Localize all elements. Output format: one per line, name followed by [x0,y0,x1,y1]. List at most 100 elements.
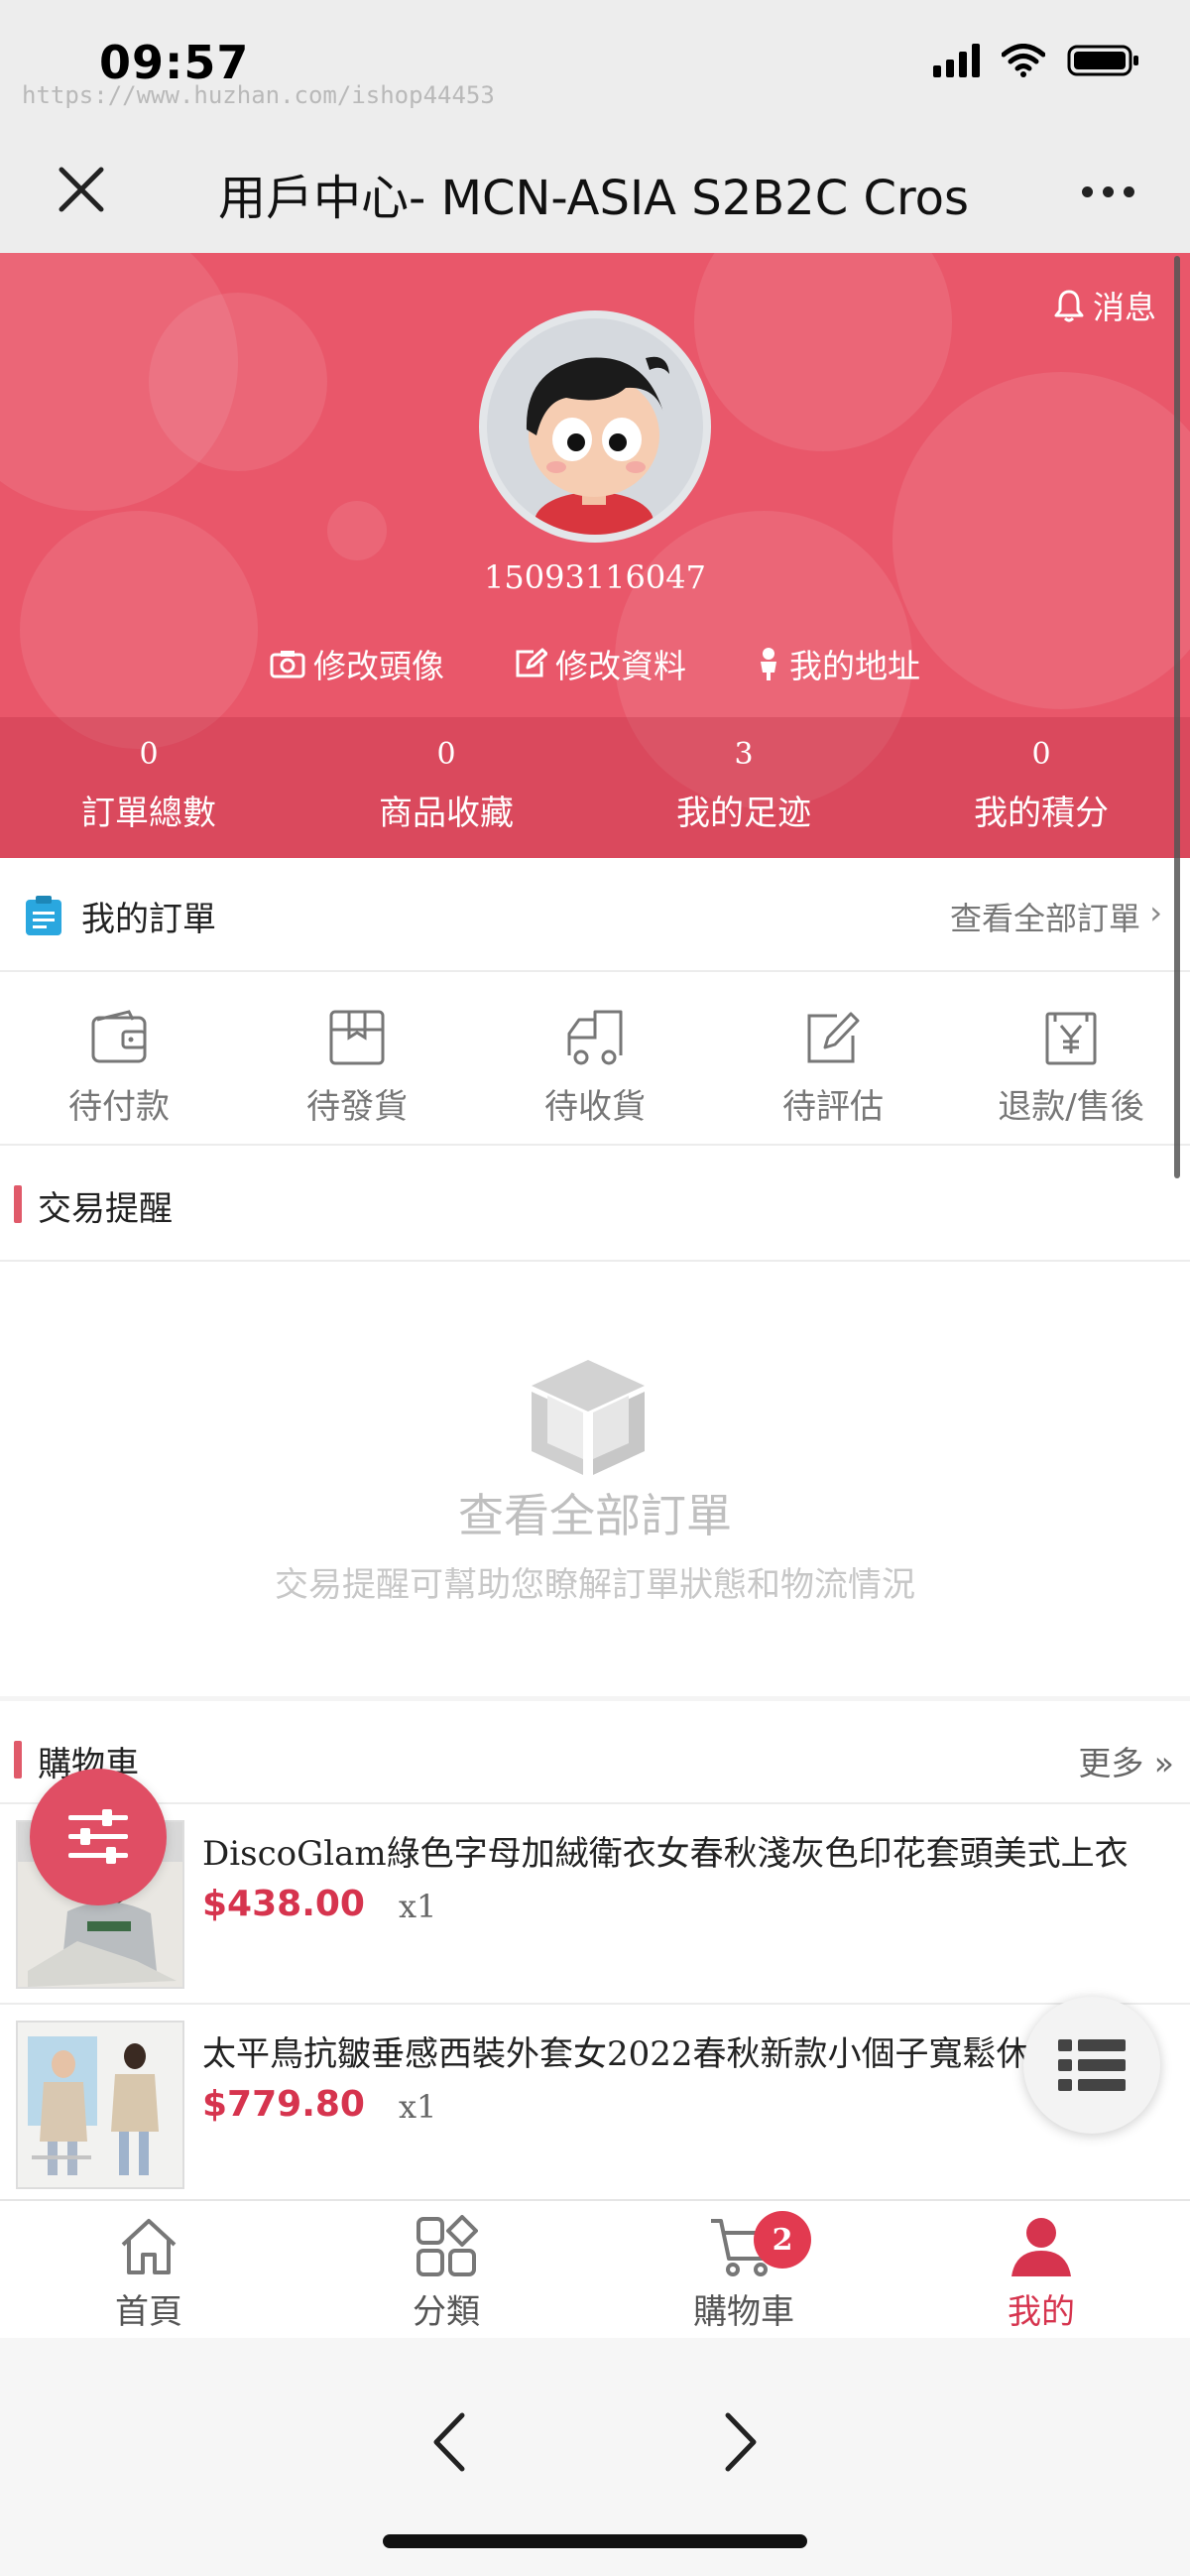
order-status-label: 待發貨 [306,1087,408,1127]
edit-profile-button[interactable]: 修改資料 [514,640,686,687]
stat-points[interactable]: 0 我的積分 [892,717,1190,858]
person-icon [761,648,776,680]
stat-favorites[interactable]: 0 商品收藏 [298,717,595,858]
battery-icon [1067,45,1138,76]
edit-avatar-label: 修改頭像 [313,647,444,685]
sliders-icon [68,1809,128,1864]
scrollbar[interactable] [1174,256,1180,1178]
product-quantity: x1 [399,1888,437,1925]
view-all-orders-link[interactable]: 查看全部訂單 [950,894,1140,939]
tab-home[interactable]: 首頁 [0,2201,298,2338]
tab-label: 分類 [413,2292,480,2332]
stat-label: 我的積分 [974,794,1109,833]
stat-value: 0 [436,737,456,772]
stat-label: 訂單總數 [81,794,216,833]
trade-reminder-title: 交易提醒 [38,1189,173,1229]
cart-count-badge: 2 [754,2211,811,2269]
avatar[interactable] [479,310,711,543]
back-arrow-icon[interactable] [426,2407,470,2477]
order-status-label: 待收貨 [544,1087,646,1127]
edit-profile-label: 修改資料 [555,647,686,685]
order-pending-receipt[interactable]: 待收貨 [476,972,714,1144]
order-status-label: 待付款 [68,1087,170,1127]
list-icon [1058,2039,1126,2091]
tab-mine[interactable]: 我的 [892,2201,1190,2338]
profile-header: 消息 15093116047 修改頭像 修改資料 我的地址 0 訂單總數 0 商… [0,253,1190,858]
cart-item[interactable]: 太平鳥抗皺垂感西裝外套女2022春秋新款小個子寬鬆休閒西... $779.80 … [0,2005,1190,2205]
stat-footprints[interactable]: 3 我的足迹 [595,717,892,858]
bottom-tab-bar: 首頁 分類 2 購物車 我的 [0,2199,1190,2338]
stat-label: 我的足迹 [676,794,811,833]
home-indicator[interactable] [383,2534,807,2548]
review-icon [807,1012,860,1063]
empty-box-icon [532,1360,645,1475]
status-bar: 09:57 https://www.huzhan.com/ishop44453 [0,0,1190,129]
edit-avatar-button[interactable]: 修改頭像 [270,640,444,687]
trade-reminder-header: 交易提醒 [0,1146,1190,1260]
watermark-text: https://www.huzhan.com/ishop44453 [22,81,495,109]
my-orders-header: 我的訂單 查看全部訂單 › [0,858,1190,972]
chevron-right-icon[interactable]: › [1149,894,1162,931]
filter-fab-button[interactable] [30,1769,167,1905]
status-icons [933,44,1140,77]
section-marker [14,1741,22,1779]
wifi-icon [1002,44,1045,77]
cart-header: 購物車 更多 » [0,1701,1190,1802]
refund-icon [1045,1012,1097,1065]
bell-icon [1054,290,1084,322]
camera-icon [270,651,305,678]
stat-value: 0 [1031,737,1051,772]
message-button[interactable]: 消息 [1053,283,1156,328]
order-pending-payment[interactable]: 待付款 [0,972,238,1144]
my-orders-title: 我的訂單 [81,900,216,939]
list-fab-button[interactable] [1023,1997,1160,2134]
empty-state-title[interactable]: 查看全部訂單 [0,1480,1190,1545]
cart-more-link[interactable]: 更多 » [1078,1737,1174,1784]
profile-actions: 修改頭像 修改資料 我的地址 [0,640,1190,687]
tab-cart[interactable]: 2 購物車 [595,2201,892,2338]
stat-label: 商品收藏 [379,794,514,833]
page-title: 用戶中心- MCN-ASIA S2B2C Cros [218,171,970,226]
tab-label: 購物車 [693,2292,794,2332]
user-icon [1012,2218,1071,2276]
title-bar: 用戶中心- MCN-ASIA S2B2C Cros [0,129,1190,253]
clipboard-icon [26,896,61,935]
tab-label: 我的 [1008,2292,1075,2332]
message-label: 消息 [1092,289,1156,326]
stats-bar: 0 訂單總數 0 商品收藏 3 我的足迹 0 我的積分 [0,717,1190,858]
order-status-label: 退款/售後 [998,1087,1144,1127]
box-icon [329,1010,385,1065]
edit-icon [516,648,547,677]
home-icon [121,2219,177,2274]
stat-value: 0 [139,737,159,772]
product-title[interactable]: DiscoGlam綠色字母加絨衛衣女春秋淺灰色印花套頭美式上衣 [202,1826,1154,1875]
tab-label: 首頁 [115,2292,182,2332]
more-icon[interactable] [1082,186,1134,197]
wallet-icon [91,1010,147,1063]
tab-category[interactable]: 分類 [298,2201,595,2338]
cart-item[interactable]: DiscoGlam綠色字母加絨衛衣女春秋淺灰色印花套頭美式上衣 $438.00 … [0,1804,1190,2005]
order-status-label: 待評估 [782,1087,884,1127]
stat-value: 3 [734,737,754,772]
order-refund-aftersales[interactable]: 退款/售後 [952,972,1190,1144]
cart-list: DiscoGlam綠色字母加絨衛衣女春秋淺灰色印花套頭美式上衣 $438.00 … [0,1802,1190,2205]
forward-arrow-icon[interactable] [720,2407,764,2477]
close-icon[interactable] [56,164,107,215]
product-image[interactable] [16,2021,184,2189]
stat-orders[interactable]: 0 訂單總數 [0,717,298,858]
truck-icon [567,1010,623,1065]
order-pending-review[interactable]: 待評估 [714,972,952,1144]
signal-icon [933,44,980,77]
product-title[interactable]: 太平鳥抗皺垂感西裝外套女2022春秋新款小個子寬鬆休閒西... [202,2026,1154,2075]
section-marker [14,1185,22,1223]
category-icon [416,2215,478,2276]
order-pending-shipment[interactable]: 待發貨 [238,972,476,1144]
my-address-label: 我的地址 [789,647,920,685]
product-quantity: x1 [399,2088,437,2126]
product-price: $438.00 [202,1884,365,1924]
trade-reminder-empty: 查看全部訂單 交易提醒可幫助您瞭解訂單狀態和物流情況 [0,1260,1190,1696]
product-price: $779.80 [202,2084,365,2125]
browser-toolbar [0,2338,1190,2576]
my-address-button[interactable]: 我的地址 [756,640,920,687]
user-phone: 15093116047 [484,558,706,596]
